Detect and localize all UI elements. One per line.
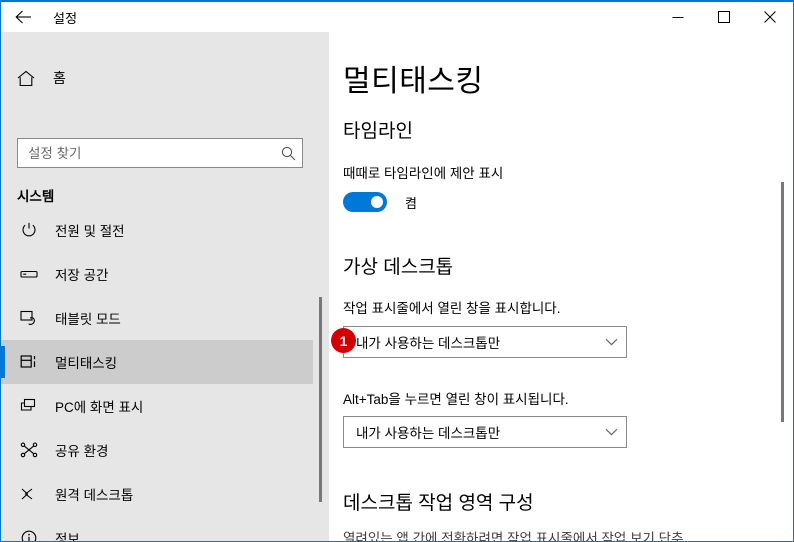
sidebar-item-label: 전원 및 절전 bbox=[55, 224, 125, 239]
sidebar-nav-list: 전원 및 절전 저장 공간 태블릿 모드 멀티태스킹 PC에 화면 표시 공유 … bbox=[1, 208, 329, 542]
power-icon bbox=[17, 222, 41, 238]
alttab-windows-label: Alt+Tab을 누르면 열린 창이 표시됩니다. bbox=[343, 392, 569, 407]
selection-indicator bbox=[1, 346, 5, 378]
project-to-pc-icon bbox=[17, 398, 41, 414]
remote-desktop-icon bbox=[17, 486, 41, 502]
settings-window: 설정 홈 설정 찾기 시스템 전원 및 절전 저장 공간 태블릿 모드 멀티태스… bbox=[0, 0, 794, 542]
timeline-toggle-state-label: 켬 bbox=[405, 195, 417, 211]
sidebar-item-tablet-mode[interactable]: 태블릿 모드 bbox=[1, 296, 313, 340]
main-content: 멀티태스킹 타임라인 때때로 타임라인에 제안 표시 켬 가상 데스크톱 작업 … bbox=[329, 32, 793, 542]
maximize-icon bbox=[718, 11, 730, 23]
taskbar-windows-label: 작업 표시줄에서 열린 창을 표시합니다. bbox=[343, 301, 561, 316]
info-icon bbox=[17, 530, 41, 541]
multitasking-icon bbox=[17, 354, 41, 370]
search-input[interactable] bbox=[18, 140, 274, 166]
annotation-badge-1: 1 bbox=[331, 328, 356, 353]
sidebar-item-label: 원격 데스크톱 bbox=[55, 488, 134, 503]
sidebar-item-power[interactable]: 전원 및 절전 bbox=[1, 208, 313, 252]
shared-experiences-icon bbox=[17, 442, 41, 458]
maximize-button[interactable] bbox=[701, 2, 747, 32]
sidebar-item-label: 태블릿 모드 bbox=[55, 312, 121, 327]
sidebar-home-label: 홈 bbox=[53, 70, 66, 86]
sidebar-item-remote-desktop[interactable]: 원격 데스크톱 bbox=[1, 472, 313, 516]
sidebar: 홈 시스템 전원 및 절전 bbox=[1, 32, 329, 542]
minimize-button[interactable] bbox=[655, 2, 701, 32]
back-arrow-icon bbox=[14, 10, 31, 24]
minimize-icon bbox=[672, 17, 684, 18]
content-scrollbar[interactable] bbox=[781, 182, 784, 422]
virtual-desktop-heading: 가상 데스크톱 bbox=[343, 257, 454, 278]
timeline-suggestions-toggle[interactable] bbox=[343, 192, 387, 212]
snap-heading: 데스크톱 작업 영역 구성 bbox=[343, 493, 534, 514]
sidebar-scrollbar[interactable] bbox=[319, 297, 322, 502]
sidebar-item-project-to-pc[interactable]: PC에 화면 표시 bbox=[1, 384, 313, 428]
toggle-knob bbox=[371, 196, 383, 208]
search-icon[interactable] bbox=[274, 146, 302, 161]
sidebar-item-label: 공유 환경 bbox=[55, 444, 109, 459]
sidebar-item-shared-experiences[interactable]: 공유 환경 bbox=[1, 428, 313, 472]
sidebar-group-title: 시스템 bbox=[17, 189, 55, 204]
home-icon bbox=[13, 70, 39, 87]
chevron-down-icon bbox=[596, 338, 626, 346]
sidebar-item-label: 정보 bbox=[55, 532, 80, 542]
sidebar-item-label: 저장 공간 bbox=[55, 268, 109, 283]
back-button[interactable] bbox=[1, 2, 45, 32]
timeline-toggle-description: 때때로 타임라인에 제안 표시 bbox=[343, 166, 504, 181]
alttab-windows-dropdown[interactable]: 내가 사용하는 데스크톱만 bbox=[343, 416, 627, 448]
sidebar-item-label: 멀티태스킹 bbox=[55, 356, 118, 371]
sidebar-item-multitasking[interactable]: 멀티태스킹 bbox=[1, 340, 313, 384]
taskbar-windows-value: 내가 사용하는 데스크톱만 bbox=[356, 336, 501, 351]
timeline-toggle-row: 켬 bbox=[343, 192, 417, 212]
storage-icon bbox=[17, 266, 41, 282]
titlebar: 설정 bbox=[1, 2, 793, 32]
tablet-mode-icon bbox=[17, 310, 41, 326]
close-button[interactable] bbox=[747, 2, 793, 32]
page-title: 멀티태스킹 bbox=[343, 65, 484, 98]
snap-description: 열려있는 앱 간에 전환하려면 작업 표시줄에서 작업 보기 단추 bbox=[343, 531, 684, 542]
taskbar-windows-dropdown[interactable]: 내가 사용하는 데스크톱만 bbox=[343, 326, 627, 358]
sidebar-item-about[interactable]: 정보 bbox=[1, 516, 313, 542]
search-box[interactable] bbox=[17, 138, 303, 168]
sidebar-item-storage[interactable]: 저장 공간 bbox=[1, 252, 313, 296]
alttab-windows-value: 내가 사용하는 데스크톱만 bbox=[356, 426, 501, 441]
app-title: 설정 bbox=[53, 10, 78, 26]
timeline-heading: 타임라인 bbox=[343, 121, 413, 142]
sidebar-item-home[interactable]: 홈 bbox=[1, 58, 329, 98]
sidebar-item-label: PC에 화면 표시 bbox=[55, 400, 144, 415]
window-controls bbox=[655, 2, 793, 32]
close-icon bbox=[764, 11, 776, 23]
chevron-down-icon bbox=[596, 428, 626, 436]
